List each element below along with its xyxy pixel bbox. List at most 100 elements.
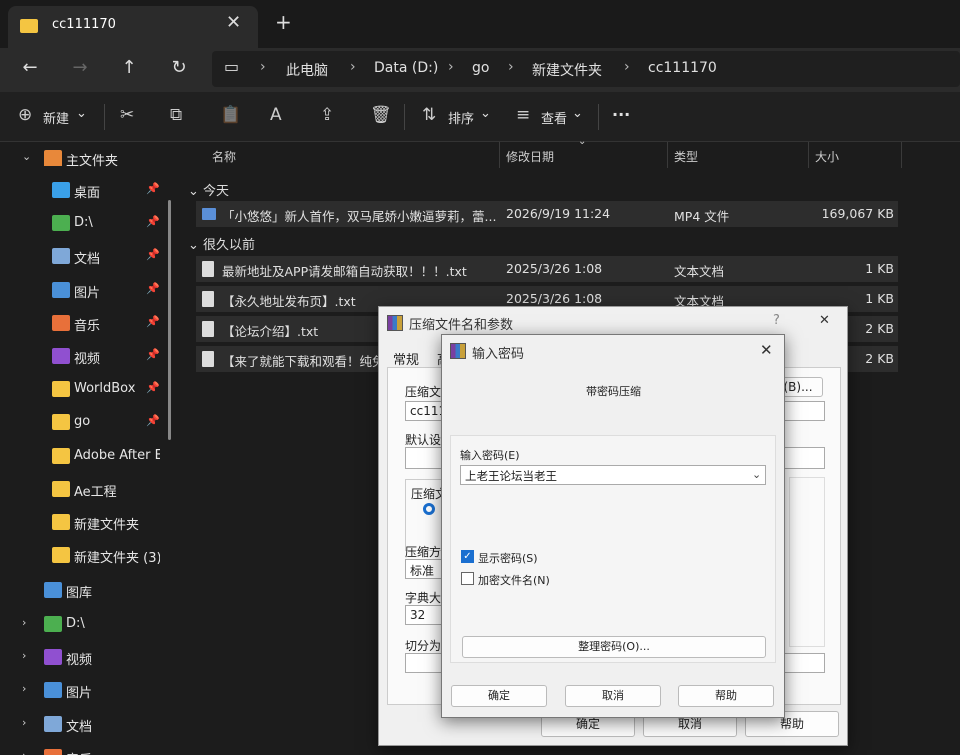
sidebar-item[interactable]: 视频 📌: [0, 342, 168, 372]
up-button[interactable]: ↑: [116, 57, 142, 78]
encrypt-names-checkbox[interactable]: [461, 572, 474, 585]
sidebar-item[interactable]: D:\ 📌: [0, 209, 168, 239]
refresh-button[interactable]: ↻: [166, 57, 192, 78]
column-header-size[interactable]: 大小: [815, 148, 839, 165]
chevron-down-icon[interactable]: ⌄: [752, 468, 761, 481]
chevron-right-icon: ›: [350, 59, 356, 75]
sidebar-item-label: 视频: [66, 653, 93, 669]
group-header-old[interactable]: ⌄ 很久以前: [188, 234, 255, 253]
chevron-right-icon[interactable]: ›: [22, 649, 26, 662]
organize-passwords-button[interactable]: 整理密码(O)...: [462, 636, 766, 658]
plus-circle-icon[interactable]: ⊕: [18, 105, 32, 125]
column-header-date[interactable]: 修改日期: [506, 148, 554, 165]
chevron-down-icon[interactable]: ⌄: [22, 150, 31, 163]
method-select[interactable]: 标准: [405, 559, 445, 579]
pin-icon[interactable]: 📌: [146, 215, 160, 228]
folder-icon: [52, 215, 70, 232]
address-bar[interactable]: ▭ › 此电脑 › Data (D:) › go › 新建文件夹 › cc111…: [212, 51, 960, 87]
ok-button[interactable]: 确定: [451, 685, 547, 707]
password-input[interactable]: 上老王论坛当老王: [460, 465, 766, 485]
sidebar-item[interactable]: › 图片: [0, 676, 168, 706]
copy-icon[interactable]: ⧉: [170, 105, 182, 125]
encrypt-names-label[interactable]: 加密文件名(N): [478, 572, 550, 588]
dict-select[interactable]: 32: [405, 605, 445, 625]
paste-icon[interactable]: 📋: [220, 105, 241, 125]
options-group: [789, 477, 825, 647]
chevron-right-icon[interactable]: ›: [22, 749, 26, 755]
sort-button[interactable]: 排序: [448, 108, 474, 127]
folder-icon: [52, 348, 70, 364]
folder-icon: [44, 616, 62, 632]
forward-button[interactable]: →: [67, 57, 93, 78]
file-row[interactable]: 「小悠悠」新人首作，双马尾娇小嫩逼萝莉，蕾... 2026/9/19 11:24 M…: [196, 201, 898, 227]
sidebar-item[interactable]: Adobe After E: [0, 442, 168, 472]
sidebar-item[interactable]: go 📌: [0, 408, 168, 438]
group-header-today[interactable]: ⌄ 今天: [188, 180, 229, 199]
sidebar-item[interactable]: › D:\: [0, 610, 168, 640]
new-tab-button[interactable]: +: [275, 10, 292, 34]
sidebar-item[interactable]: 文档 📌: [0, 242, 168, 272]
view-icon[interactable]: ≡: [516, 105, 530, 125]
more-icon[interactable]: ···: [612, 105, 630, 124]
tab-general[interactable]: 常规: [393, 349, 419, 368]
chevron-down-icon[interactable]: ⌄: [572, 106, 583, 121]
rename-icon[interactable]: A: [270, 105, 282, 125]
sidebar-item[interactable]: 桌面 📌: [0, 176, 168, 206]
video-file-icon: [202, 208, 216, 220]
breadcrumb-go[interactable]: go: [472, 60, 489, 76]
pin-icon[interactable]: 📌: [146, 414, 160, 427]
pin-icon[interactable]: 📌: [146, 282, 160, 295]
scrollbar[interactable]: [168, 200, 171, 440]
chevron-down-icon[interactable]: ⌄: [76, 106, 87, 121]
close-icon[interactable]: ✕: [226, 12, 241, 33]
dialog-title: 输入密码: [472, 347, 525, 362]
sidebar-item[interactable]: Ae工程: [0, 475, 168, 505]
new-button[interactable]: 新建: [43, 108, 69, 127]
help-button[interactable]: 帮助: [678, 685, 774, 707]
chevron-right-icon[interactable]: ›: [22, 616, 26, 629]
cancel-button[interactable]: 取消: [565, 685, 661, 707]
text-file-icon: [202, 351, 214, 367]
tab-active[interactable]: cc111170 ✕: [8, 6, 258, 48]
column-header-type[interactable]: 类型: [674, 148, 698, 165]
close-icon[interactable]: ✕: [760, 341, 773, 359]
pin-icon[interactable]: 📌: [146, 315, 160, 328]
close-icon[interactable]: ✕: [819, 313, 830, 328]
chevron-down-icon[interactable]: ⌄: [480, 106, 491, 121]
sidebar-item-gallery[interactable]: 图库: [0, 576, 168, 606]
sort-icon[interactable]: ⇅: [422, 105, 436, 125]
sidebar-item[interactable]: 新建文件夹 (3): [0, 541, 168, 571]
file-row[interactable]: 最新地址及APP请发邮箱自动获取！！！.txt 2025/3/26 1:08 文本文…: [196, 256, 898, 282]
sidebar-item[interactable]: WorldBox 📌: [0, 375, 168, 405]
dialog-title: 压缩文件名和参数: [409, 318, 514, 333]
chevron-right-icon[interactable]: ›: [22, 682, 26, 695]
help-icon[interactable]: ?: [773, 313, 780, 328]
column-header-name[interactable]: 名称: [212, 148, 236, 165]
sidebar-item[interactable]: 音乐 📌: [0, 309, 168, 339]
file-date: 2025/3/26 1:08: [506, 261, 603, 276]
view-button[interactable]: 查看: [541, 108, 567, 127]
show-password-label[interactable]: 显示密码(S): [478, 550, 538, 566]
pin-icon[interactable]: 📌: [146, 348, 160, 361]
sidebar-item[interactable]: 图片 📌: [0, 276, 168, 306]
show-password-checkbox[interactable]: ✓: [461, 550, 474, 563]
sidebar-item[interactable]: › 文档: [0, 710, 168, 740]
breadcrumb-this-pc[interactable]: 此电脑: [286, 60, 328, 80]
format-radio[interactable]: [423, 503, 435, 515]
delete-icon[interactable]: 🗑: [370, 105, 392, 125]
breadcrumb-new-folder[interactable]: 新建文件夹: [532, 60, 602, 80]
pin-icon[interactable]: 📌: [146, 381, 160, 394]
back-button[interactable]: ←: [17, 57, 43, 78]
sidebar-item[interactable]: 新建文件夹: [0, 508, 168, 538]
sidebar-item-home[interactable]: ⌄ 主文件夹: [0, 144, 168, 174]
pin-icon[interactable]: 📌: [146, 182, 160, 195]
cut-icon[interactable]: ✂: [120, 105, 134, 125]
sidebar-item[interactable]: › 音乐: [0, 743, 168, 755]
chevron-right-icon[interactable]: ›: [22, 716, 26, 729]
breadcrumb-current[interactable]: cc111170: [648, 60, 717, 76]
split-label: 切分为: [405, 639, 442, 653]
breadcrumb-data-drive[interactable]: Data (D:): [374, 60, 438, 76]
pin-icon[interactable]: 📌: [146, 248, 160, 261]
share-icon[interactable]: ⇪: [320, 105, 334, 125]
sidebar-item[interactable]: › 视频: [0, 643, 168, 673]
